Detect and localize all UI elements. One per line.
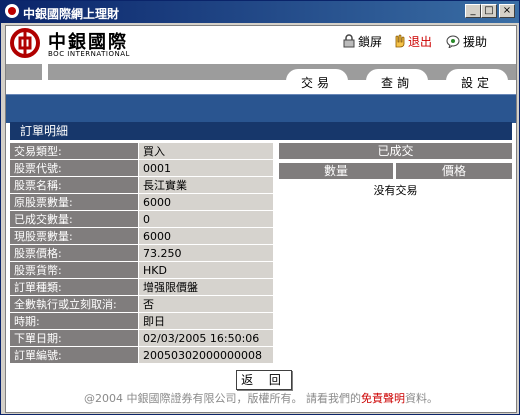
app-logo-icon: [5, 4, 19, 18]
help-label: 援助: [463, 34, 488, 49]
column-header-quantity: 數量: [279, 163, 393, 179]
field-label: 股票代號:: [10, 160, 138, 176]
footer-suffix: 資料。: [405, 392, 438, 405]
header-band: [6, 64, 516, 80]
field-label: 時期:: [10, 313, 138, 329]
close-button[interactable]: ×: [499, 4, 515, 18]
table-row: 股票名稱: 長江實業: [10, 177, 273, 193]
table-row: 股票價格: 73.250: [10, 245, 273, 261]
field-label: 股票貨幣:: [10, 262, 138, 278]
field-label: 股票價格:: [10, 245, 138, 261]
speech-bubble-icon: [446, 35, 460, 48]
field-label: 訂單編號:: [10, 347, 138, 363]
table-row: 全數執行或立刻取消: 否: [10, 296, 273, 312]
window-title: 中銀國際網上理財: [23, 7, 120, 21]
empty-trades-message: 没有交易: [373, 184, 418, 197]
lock-icon: [343, 34, 355, 48]
field-value: 0: [138, 211, 273, 227]
field-label: 股票名稱:: [10, 177, 138, 193]
field-value: 0001: [138, 160, 273, 176]
order-detail-table: 交易類型: 買入 股票代號: 0001 股票名稱: 長江實業 原股票數量: 6000 已…: [10, 142, 273, 364]
minimize-button[interactable]: _: [465, 4, 481, 18]
lock-screen-link[interactable]: 鎖屏: [343, 32, 382, 50]
field-value: 73.250: [138, 245, 273, 261]
field-label: 現股票數量:: [10, 228, 138, 244]
hand-icon: [395, 34, 405, 48]
field-value: 6000: [138, 228, 273, 244]
brand-subtitle: BOC INTERNATIONAL: [48, 50, 130, 58]
table-row: 下單日期: 02/03/2005 16:50:06: [10, 330, 273, 346]
back-button[interactable]: 返 回: [236, 370, 292, 390]
title-bar: 中銀國際網上理財 _ □ ×: [1, 1, 519, 23]
field-value: 即日: [138, 313, 273, 329]
maximize-button[interactable]: □: [481, 4, 497, 18]
tab-settings[interactable]: 設定: [446, 69, 508, 93]
help-link[interactable]: 援助: [446, 32, 487, 50]
field-value: 長江實業: [138, 177, 273, 193]
panel-title: 訂單明細: [10, 122, 512, 140]
disclaimer-link[interactable]: 免責聲明: [361, 392, 405, 405]
boc-logo-icon: [10, 28, 40, 58]
field-value: 否: [138, 296, 273, 312]
field-label: 交易類型:: [10, 143, 138, 159]
field-value: 02/03/2005 16:50:06: [138, 330, 273, 346]
field-value: 6000: [138, 194, 273, 210]
table-row: 交易類型: 買入: [10, 143, 273, 159]
exit-link[interactable]: 退出: [392, 32, 432, 50]
field-value: 買入: [138, 143, 273, 159]
footer: @2004 中銀國際證券有限公司，版權所有。 請看我們的免責聲明資料。: [6, 390, 516, 406]
field-value: HKD: [138, 262, 273, 278]
field-value: 增强限價盤: [138, 279, 273, 295]
field-label: 全數執行或立刻取消:: [10, 296, 138, 312]
lock-label: 鎖屏: [358, 34, 383, 49]
app-window: 中銀國際網上理財 _ □ × 中銀國際 BOC INTERNATIONAL 鎖屏…: [0, 0, 520, 415]
exit-label: 退出: [408, 34, 433, 49]
field-label: 原股票數量:: [10, 194, 138, 210]
table-row: 訂單編號: 20050302000000008: [10, 347, 273, 363]
tab-trade[interactable]: 交易: [286, 69, 348, 93]
field-label: 已成交數量:: [10, 211, 138, 227]
nav-band: [6, 94, 516, 123]
column-header-price: 價格: [396, 163, 512, 179]
table-row: 時期: 即日: [10, 313, 273, 329]
table-row: 已成交數量: 0: [10, 211, 273, 227]
table-row: 訂單種類: 增强限價盤: [10, 279, 273, 295]
table-row: 股票貨幣: HKD: [10, 262, 273, 278]
tab-query[interactable]: 查詢: [366, 69, 428, 93]
table-row: 股票代號: 0001: [10, 160, 273, 176]
field-value: 20050302000000008: [138, 347, 273, 363]
table-row: 現股票數量: 6000: [10, 228, 273, 244]
field-label: 下單日期:: [10, 330, 138, 346]
footer-text: @2004 中銀國際證券有限公司，版權所有。 請看我們的: [84, 392, 361, 405]
field-label: 訂單種類:: [10, 279, 138, 295]
table-row: 原股票數量: 6000: [10, 194, 273, 210]
executed-header: 已成交: [279, 143, 512, 159]
page-content: 中銀國際 BOC INTERNATIONAL 鎖屏 退出 援助 交易 查詢 設定…: [5, 25, 517, 413]
